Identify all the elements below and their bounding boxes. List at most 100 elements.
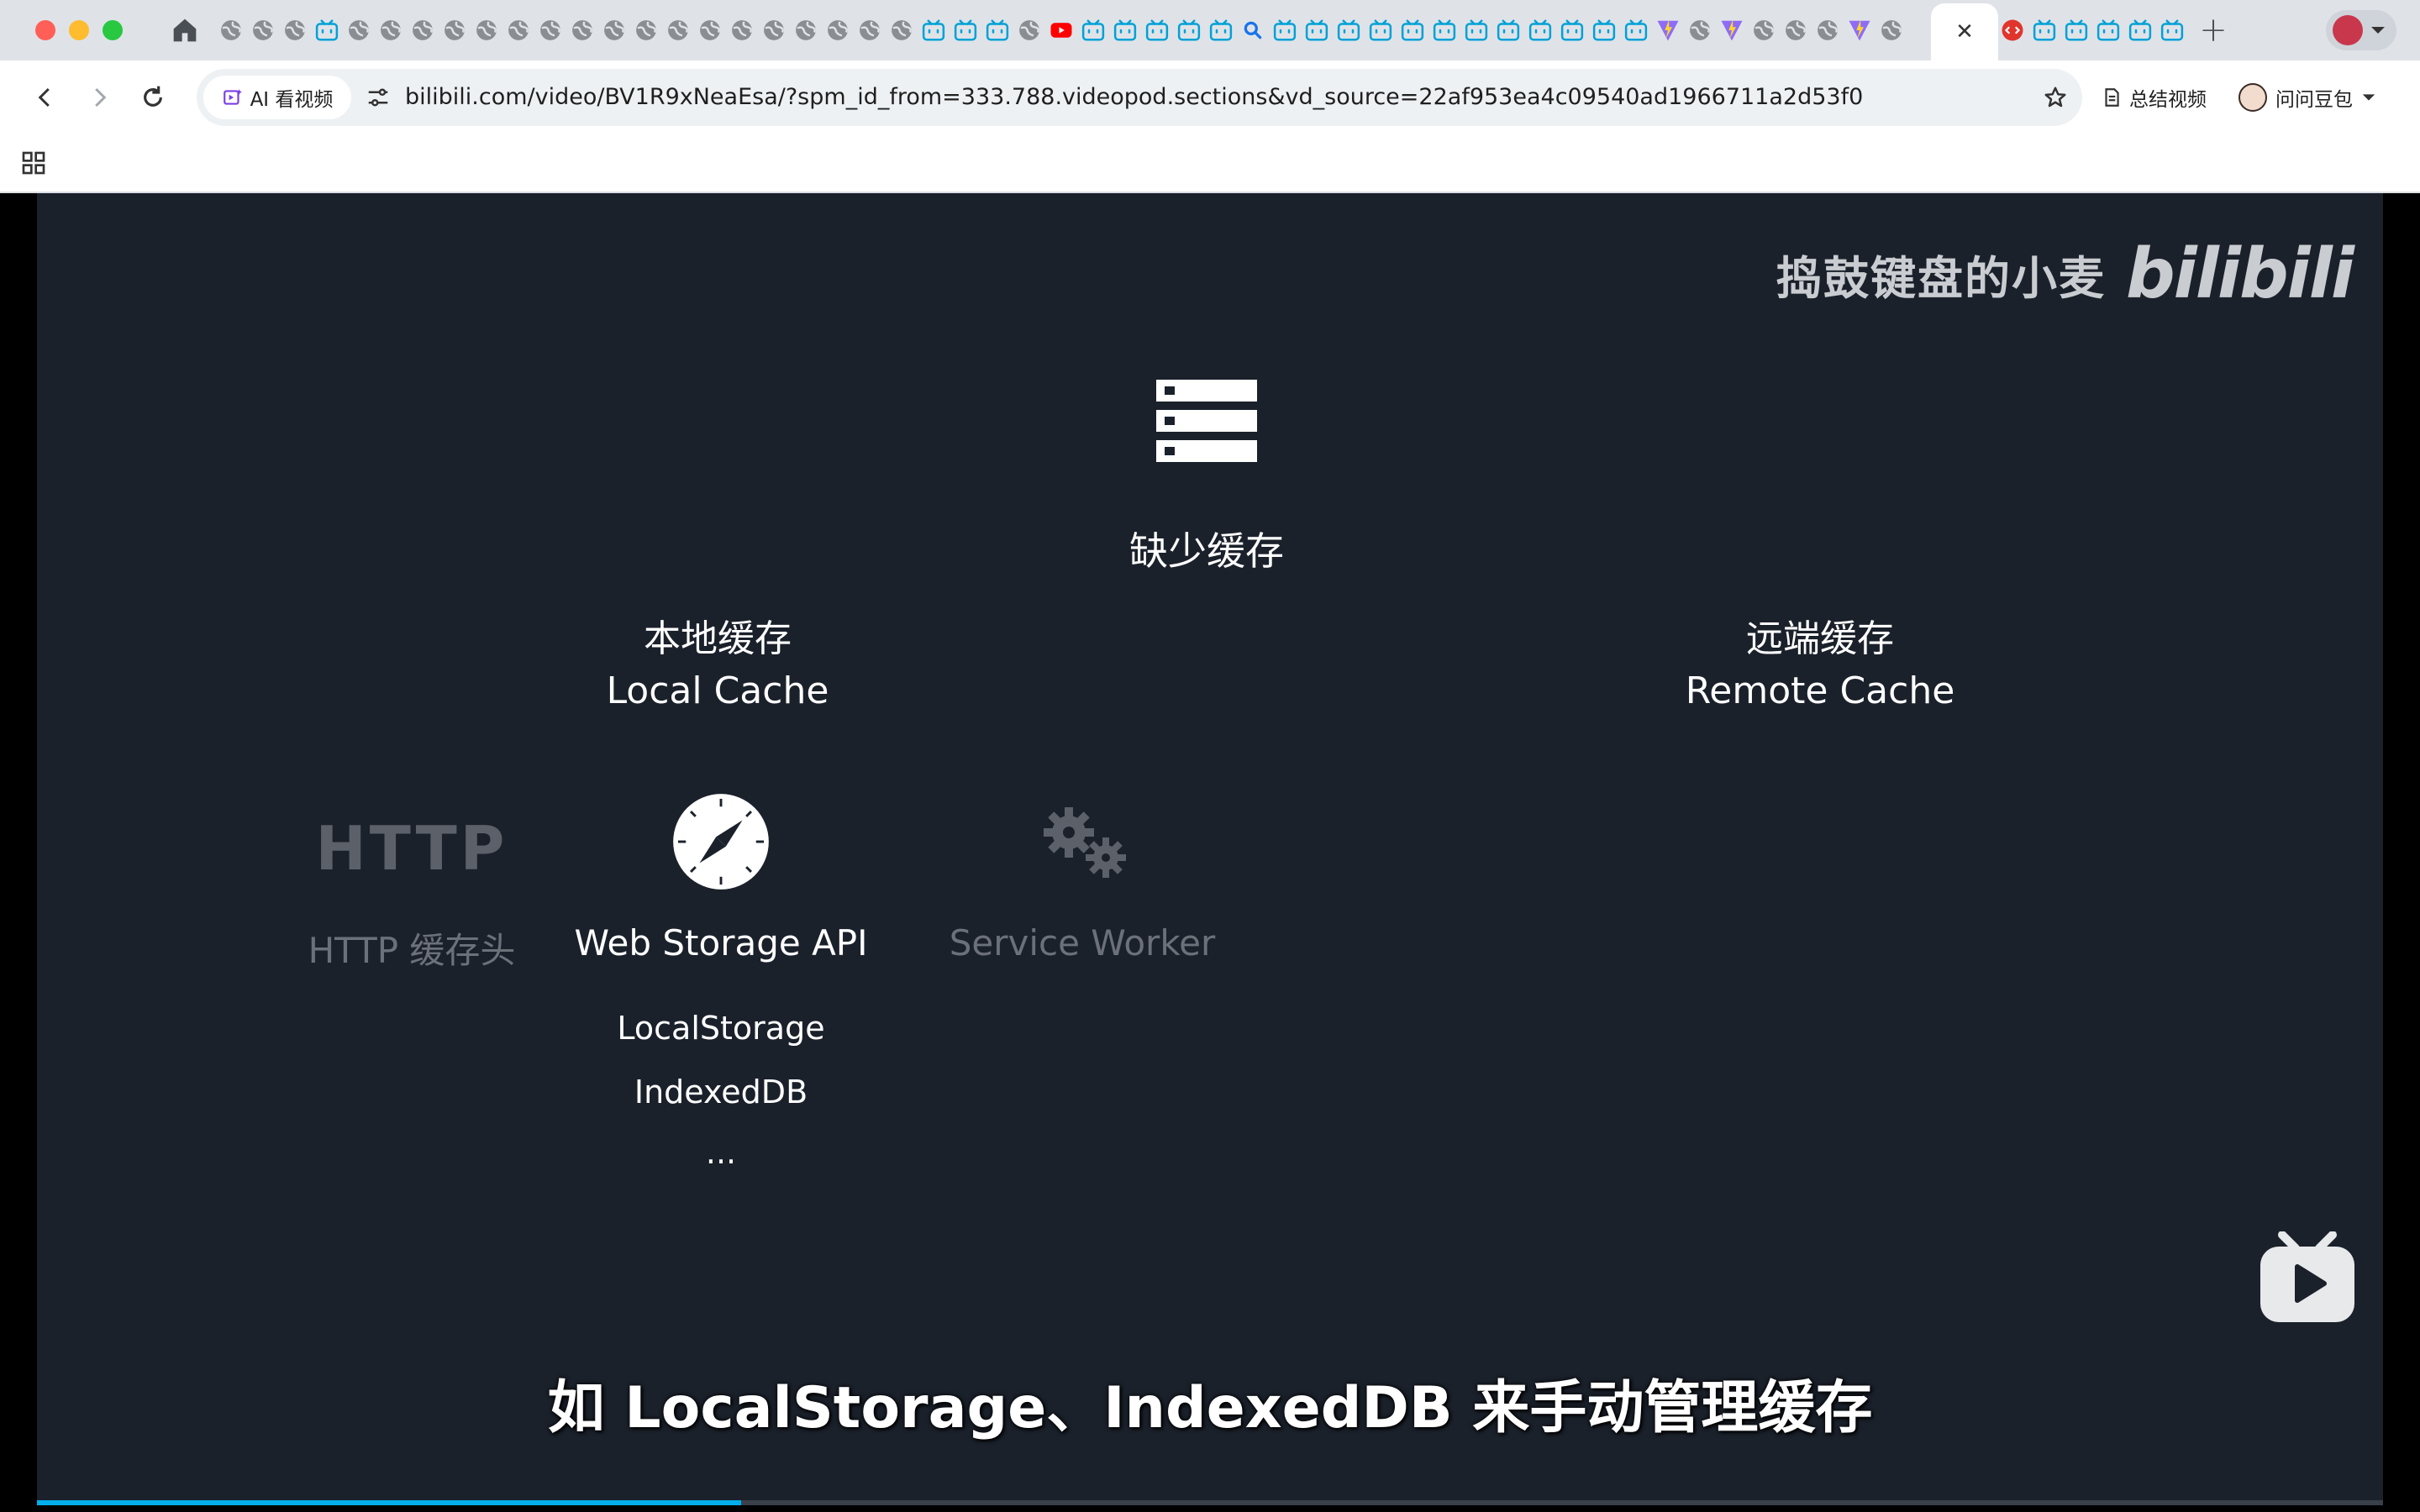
url-text[interactable]: bilibili.com/video/BV1R9xNeaEsa/?spm_id_… [405, 69, 1863, 126]
globe-tab-icon[interactable] [376, 16, 405, 45]
doubao-label: 问问豆包 [2275, 89, 2353, 111]
globe-tab-icon[interactable] [1749, 16, 1778, 45]
bilibili-tab-icon[interactable] [919, 16, 948, 45]
progress-bar[interactable] [37, 1500, 2383, 1505]
globe-tab-icon[interactable] [1877, 16, 1906, 45]
globe-tab-icon[interactable] [408, 16, 437, 45]
globe-tab-icon[interactable] [1686, 16, 1714, 45]
bilibili-tab-icon[interactable] [983, 16, 1012, 45]
globe-tab-icon[interactable] [568, 16, 597, 45]
globe-tab-icon[interactable] [217, 16, 245, 45]
bookmark-star-icon[interactable] [2039, 81, 2072, 114]
globe-tab-icon[interactable] [472, 16, 501, 45]
vite-tab-icon[interactable] [1845, 16, 1874, 45]
globe-tab-icon[interactable] [632, 16, 660, 45]
bilibili-tab-icon[interactable] [1622, 16, 1650, 45]
bookmarks-bar [0, 134, 2420, 193]
local-cache-en: Local Cache [606, 669, 829, 712]
service-worker-label: Service Worker [949, 922, 1216, 963]
home-icon[interactable] [168, 13, 202, 47]
bilibili-tab-icon[interactable] [1302, 16, 1331, 45]
globe-tab-icon[interactable] [887, 16, 916, 45]
bilibili-tab-icon[interactable] [951, 16, 980, 45]
ask-doubao-button[interactable]: 问问豆包 [2238, 76, 2376, 119]
bilibili-tab-icon[interactable] [1175, 16, 1203, 45]
globe-tab-icon[interactable] [823, 16, 852, 45]
back-icon[interactable] [27, 79, 64, 116]
chevron-down-icon [2371, 27, 2385, 34]
forward-icon[interactable] [81, 79, 118, 116]
bilibili-tab-icon[interactable] [1207, 16, 1235, 45]
remote-cache-zh: 远端缓存 [1746, 617, 1894, 660]
bilibili-tab-icon[interactable] [1270, 16, 1299, 45]
globe-tab-icon[interactable] [281, 16, 309, 45]
site-settings-icon[interactable] [361, 81, 395, 114]
minimize-window-button[interactable] [69, 20, 89, 40]
ai-watch-video-chip[interactable]: AI 看视频 [203, 76, 351, 119]
vite-tab-icon[interactable] [1654, 16, 1682, 45]
globe-tab-icon[interactable] [1781, 16, 1810, 45]
new-tab-button[interactable]: + [2195, 11, 2232, 50]
globe-tab-icon[interactable] [1015, 16, 1044, 45]
globe-tab-icon[interactable] [536, 16, 565, 45]
search-tab-icon[interactable] [1239, 16, 1267, 45]
bilibili-tab-icon[interactable] [1590, 16, 1618, 45]
globe-tab-icon[interactable] [664, 16, 692, 45]
ellipsis-item: ... [705, 1134, 737, 1171]
bilibili-tab-icon[interactable] [1334, 16, 1363, 45]
youtube-tab-icon[interactable] [1047, 16, 1076, 45]
globe-tab-icon[interactable] [345, 16, 373, 45]
close-tab-icon[interactable]: ✕ [1955, 19, 1974, 45]
maximize-window-button[interactable] [103, 20, 123, 40]
bilibili-tab-icon[interactable] [1526, 16, 1555, 45]
video-player[interactable]: 捣鼓键盘的小麦 bilibili 缺少缓存 本地缓存 Local Cache 远… [0, 193, 2420, 1512]
uploader-watermark: 捣鼓键盘的小麦 bilibili [1776, 232, 2354, 316]
globe-tab-icon[interactable] [249, 16, 277, 45]
bilibili-tab-icon[interactable] [1462, 16, 1491, 45]
bilibili-tab-icon[interactable] [1430, 16, 1459, 45]
http-icon: HTTP [218, 798, 605, 899]
bilibili-tab-icon[interactable] [1111, 16, 1139, 45]
more-tabs [1998, 15, 2186, 45]
bilibili-tab-icon[interactable] [313, 16, 341, 45]
globe-tab-icon[interactable] [728, 16, 756, 45]
globe-tab-icon[interactable] [1813, 16, 1842, 45]
reload-icon[interactable] [134, 79, 171, 116]
summarize-video-button[interactable]: 总结视频 [2101, 77, 2207, 118]
apps-grid-icon[interactable] [17, 146, 50, 180]
globe-tab-icon[interactable] [792, 16, 820, 45]
bilibili-tab-icon[interactable] [1398, 16, 1427, 45]
globe-tab-icon[interactable] [760, 16, 788, 45]
bilibili-tab-icon[interactable] [2094, 16, 2123, 45]
bilibili-tab-icon[interactable] [1494, 16, 1523, 45]
browser-toolbar: AI 看视频 bilibili.com/video/BV1R9xNeaEsa/?… [0, 60, 2420, 134]
chevron-down-icon[interactable] [2361, 90, 2376, 105]
globe-tab-icon[interactable] [855, 16, 884, 45]
active-tab[interactable]: ✕ [1931, 3, 1998, 60]
globe-tab-icon[interactable] [600, 16, 629, 45]
globe-tab-icon[interactable] [504, 16, 533, 45]
web-storage-api-label: Web Storage API [574, 922, 868, 963]
ai-chip-label: AI 看视频 [250, 89, 334, 111]
address-bar[interactable]: AI 看视频 bilibili.com/video/BV1R9xNeaEsa/?… [197, 69, 2082, 126]
local-cache-zh: 本地缓存 [644, 617, 792, 660]
bilibili-tab-icon[interactable] [1079, 16, 1107, 45]
plus-icon: + [2199, 11, 2228, 50]
globe-tab-icon[interactable] [696, 16, 724, 45]
profile-menu-button[interactable] [2326, 10, 2396, 50]
dev-red-tab-icon[interactable] [1998, 16, 2027, 45]
close-window-button[interactable] [35, 20, 55, 40]
bilibili-tab-icon[interactable] [2030, 16, 2059, 45]
remote-cache-en: Remote Cache [1685, 669, 1955, 712]
ai-video-icon [223, 89, 242, 105]
bilibili-tab-icon[interactable] [1366, 16, 1395, 45]
vite-tab-icon[interactable] [1718, 16, 1746, 45]
bilibili-tab-icon[interactable] [1558, 16, 1586, 45]
bilibili-tab-icon[interactable] [2062, 16, 2091, 45]
avatar [2333, 15, 2363, 45]
bilibili-tab-icon[interactable] [2126, 16, 2154, 45]
bilibili-tab-icon[interactable] [2158, 16, 2186, 45]
bilibili-tv-icon[interactable] [2260, 1231, 2354, 1324]
bilibili-tab-icon[interactable] [1143, 16, 1171, 45]
globe-tab-icon[interactable] [440, 16, 469, 45]
